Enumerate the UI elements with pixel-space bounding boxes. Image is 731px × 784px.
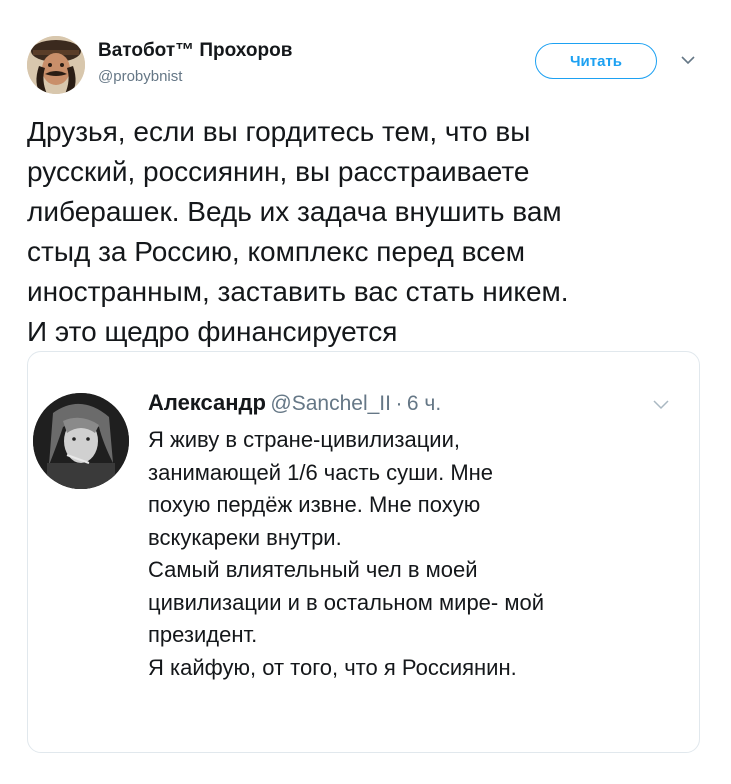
quoted-tweet-time[interactable]: 6 ч. xyxy=(407,392,441,415)
tweet-text: Друзья, если вы гордитесь тем, что вы ру… xyxy=(27,116,569,347)
chevron-down-icon[interactable] xyxy=(681,55,695,65)
author-name[interactable]: Ватобот™ Прохоров xyxy=(98,40,292,62)
quoted-author-avatar-image xyxy=(33,393,129,489)
quoted-tweet-header: Александр @Sanchel_II · 6 ч. xyxy=(148,390,441,416)
author-avatar-image xyxy=(27,36,85,94)
quoted-author-handle[interactable]: @Sanchel_II xyxy=(270,392,391,415)
quoted-tweet-text: Я живу в стране-цивилизации, занимающей … xyxy=(148,427,544,680)
quoted-author-avatar[interactable] xyxy=(33,393,129,489)
chevron-down-icon[interactable] xyxy=(653,400,669,410)
meta-separator: · xyxy=(395,392,403,415)
author-handle[interactable]: @probybnist xyxy=(98,68,182,85)
quoted-author-name[interactable]: Александр xyxy=(148,390,266,415)
author-avatar[interactable] xyxy=(27,36,85,94)
follow-button[interactable]: Читать xyxy=(535,43,657,79)
